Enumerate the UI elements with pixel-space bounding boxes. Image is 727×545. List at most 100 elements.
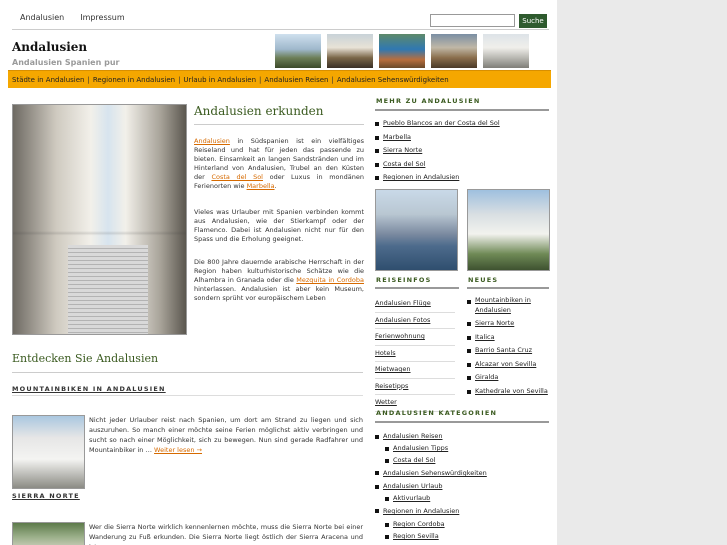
list-item: Regionen in Andalusien — [375, 171, 500, 185]
sidebar-list-kategorien: Andalusien Reisen Andalusien Tipps Costa… — [375, 430, 487, 542]
section-heading: Entdecken Sie Andalusien — [12, 352, 159, 365]
list-item: Mountainbiken in Andalusien — [467, 295, 551, 317]
category-link[interactable]: Region Sevilla — [393, 532, 439, 540]
category-link[interactable]: Andalusien Tipps — [393, 444, 448, 452]
sidebar-link[interactable]: Italica — [475, 333, 495, 341]
sidebar-link[interactable]: Sierra Norte — [475, 319, 514, 327]
category-menu-bar: Städte in Andalusien | Regionen in Andalu… — [8, 70, 551, 88]
andalusien-link[interactable]: Andalusien — [194, 137, 230, 145]
sidebar-link[interactable]: Costa del Sol — [383, 160, 425, 168]
excerpt-text: Nicht jeder Urlauber reist nach Spanien,… — [89, 416, 363, 454]
sidebar-link[interactable]: Marbella — [383, 133, 411, 141]
menu-separator: | — [259, 75, 262, 84]
header-photo-plaza[interactable] — [327, 34, 373, 68]
sidebar-link[interactable]: Kathedrale von Sevilla — [475, 387, 548, 395]
sidebar-link[interactable]: Barrio Santa Cruz — [475, 346, 532, 354]
sidebar-photo-coast[interactable] — [375, 189, 458, 271]
sidebar-link[interactable]: Mountainbiken in Andalusien — [475, 296, 531, 314]
sidebar-link[interactable]: Mietwagen — [375, 362, 455, 379]
category-link[interactable]: Region Cordoba — [393, 520, 445, 528]
category-link[interactable]: Costa del Sol — [393, 456, 435, 464]
list-item: Sierra Norte — [375, 144, 500, 158]
divider — [12, 372, 363, 373]
sidebar-heading-kategorien: ANDALUSIEN KATEGORIEN — [376, 409, 498, 417]
read-more-link[interactable]: Weiter lesen → — [154, 446, 202, 454]
sidebar-heading-mehr: MEHR ZU ANDALUSIEN — [376, 97, 481, 105]
divider — [12, 395, 363, 396]
sidebar-link[interactable]: Alcazar von Sevilla — [475, 360, 536, 368]
mezquita-link[interactable]: Mezquita in Cordoba — [296, 276, 364, 284]
sidebar-link[interactable]: Hotels — [375, 346, 455, 362]
menu-reisen[interactable]: Andalusien Reisen — [264, 76, 328, 84]
sidebar-link[interactable]: Regionen in Andalusien — [383, 173, 459, 181]
sidebar-list-reiseinfos: Andalusien Flüge Andalusien Fotos Ferien… — [375, 296, 455, 412]
main-photo-street — [12, 104, 187, 335]
sidebar-link[interactable]: Reisetipps — [375, 379, 455, 395]
search-input[interactable] — [430, 14, 515, 27]
menu-sehenswuerdigkeiten[interactable]: Andalusien Sehenswürdigkeiten — [337, 76, 449, 84]
article-excerpt-mountainbiken: Nicht jeder Urlauber reist nach Spanien,… — [89, 415, 363, 455]
article-photo-mountainbiken[interactable] — [12, 415, 85, 489]
intro-paragraph: Andalusien in Südspanien ist ein vielfäl… — [194, 137, 364, 191]
page: Andalusien Impressum Suche Andalusien An… — [0, 0, 557, 545]
history-text: hinterlassen. Andalusien ist aber kein M… — [194, 285, 364, 302]
list-item: Andalusien Sehenswürdigkeiten — [375, 466, 487, 480]
article-title-sierra-norte[interactable]: SIERRA NORTE — [12, 492, 80, 500]
divider — [375, 109, 549, 111]
menu-separator: | — [178, 75, 181, 84]
main-heading: Andalusien erkunden — [194, 104, 324, 118]
header-photo-white-village[interactable] — [483, 34, 529, 68]
search-form: Suche — [430, 14, 547, 28]
header-thumbnails — [275, 34, 529, 68]
list-item: Aktivurlaub — [375, 492, 487, 504]
article-photo-sierra-norte[interactable] — [12, 522, 85, 545]
sidebar-link[interactable]: Andalusien Flüge — [375, 296, 455, 313]
menu-regionen[interactable]: Regionen in Andalusien — [93, 76, 175, 84]
list-item: Sierra Norte — [467, 317, 551, 331]
list-item: Regionen in Andalusien — [375, 504, 487, 518]
site-title[interactable]: Andalusien — [12, 40, 87, 54]
menu-staedte[interactable]: Städte in Andalusien — [12, 76, 84, 84]
list-item: Alcazar von Sevilla — [467, 358, 551, 372]
category-link[interactable]: Andalusien Urlaub — [383, 482, 442, 490]
divider — [194, 124, 364, 125]
article-excerpt-sierra-norte: Wer die Sierra Norte wirklich kennenlern… — [89, 523, 363, 545]
menu-separator: | — [87, 75, 90, 84]
top-nav: Andalusien Impressum — [12, 8, 133, 28]
costa-del-sol-link[interactable]: Costa del Sol — [211, 173, 263, 181]
category-link[interactable]: Aktivurlaub — [393, 494, 430, 502]
sidebar-link[interactable]: Andalusien Fotos — [375, 313, 455, 329]
search-button[interactable]: Suche — [519, 14, 547, 28]
sidebar-link[interactable]: Sierra Norte — [383, 146, 422, 154]
sidebar-link[interactable]: Ferienwohnung — [375, 329, 455, 346]
list-item: Region Sevilla — [375, 530, 487, 542]
sidebar-list-mehr: Pueblo Blancos an der Costa del Sol Marb… — [375, 117, 500, 185]
list-item: Pueblo Blancos an der Costa del Sol — [375, 117, 500, 131]
list-item: Italica — [467, 331, 551, 345]
site-subtitle: Andalusien Spanien pur — [12, 58, 120, 67]
category-link[interactable]: Andalusien Sehenswürdigkeiten — [383, 469, 487, 477]
sidebar-heading-reiseinfos: REISEINFOS — [376, 276, 432, 284]
sidebar-photo-village[interactable] — [467, 189, 550, 271]
list-item: Costa del Sol — [375, 158, 500, 172]
header-photo-bull[interactable] — [431, 34, 477, 68]
top-nav-impressum-link[interactable]: Impressum — [72, 8, 132, 28]
category-link[interactable]: Regionen in Andalusien — [383, 507, 459, 515]
header-photo-pool[interactable] — [379, 34, 425, 68]
list-item: Giralda — [467, 371, 551, 385]
sidebar-link[interactable]: Pueblo Blancos an der Costa del Sol — [383, 119, 500, 127]
list-item: Andalusien Urlaub — [375, 480, 487, 492]
list-item: Region Cordoba — [375, 518, 487, 530]
sidebar-link[interactable]: Giralda — [475, 373, 498, 381]
divider — [12, 29, 549, 30]
divider — [375, 421, 549, 423]
header-photo-mountain[interactable] — [275, 34, 321, 68]
marbella-link[interactable]: Marbella — [247, 182, 275, 190]
category-link[interactable]: Andalusien Reisen — [383, 432, 443, 440]
article-title-mountainbiken[interactable]: MOUNTAINBIKEN IN ANDALUSIEN — [12, 385, 166, 393]
menu-urlaub[interactable]: Urlaub in Andalusien — [183, 76, 256, 84]
list-item: Barrio Santa Cruz — [467, 344, 551, 358]
menu-separator: | — [331, 75, 334, 84]
history-paragraph: Die 800 Jahre dauernde arabische Herrsch… — [194, 258, 364, 303]
top-nav-home-link[interactable]: Andalusien — [12, 8, 72, 28]
